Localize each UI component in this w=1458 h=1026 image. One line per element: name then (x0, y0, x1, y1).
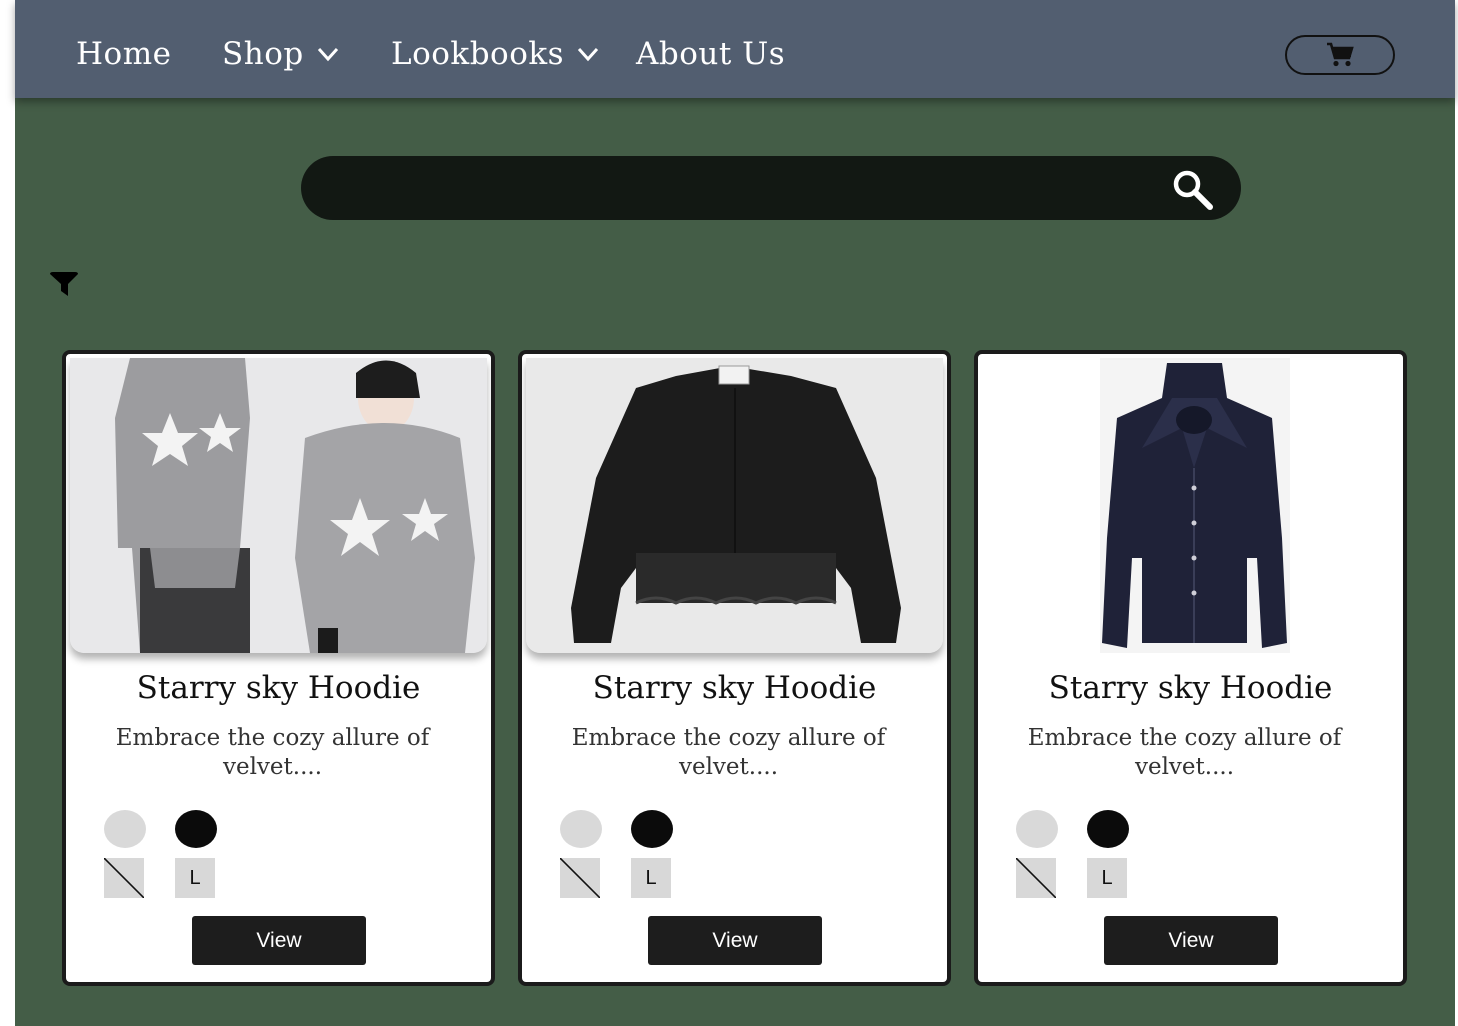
cart-button[interactable] (1285, 35, 1395, 75)
product-title: Starry sky Hoodie (1048, 670, 1333, 706)
nav-home[interactable]: Home (76, 36, 171, 72)
size-label: L (1101, 866, 1113, 889)
product-description: Embrace the cozy allure of velvet.... (571, 725, 886, 780)
size-option-l[interactable]: L (631, 858, 671, 898)
top-navbar: Home Shop Lookbooks About Us (15, 0, 1455, 98)
size-option-unavailable[interactable] (1016, 858, 1056, 898)
product-card: Starry sky Hoodie Embrace the cozy allur… (974, 350, 1407, 986)
nav-about-label: About Us (636, 36, 786, 72)
unavailable-slash-icon (560, 858, 600, 898)
view-button-label: View (712, 928, 758, 952)
product-title: Starry sky Hoodie (592, 670, 877, 706)
product-image[interactable] (526, 358, 943, 653)
chevron-down-icon (577, 47, 599, 62)
color-swatch-black[interactable] (175, 810, 217, 848)
navy-blouse-photo (982, 358, 1399, 653)
color-swatch-light-gray[interactable] (560, 810, 602, 848)
product-description: Embrace the cozy allure of velvet.... (1027, 725, 1342, 780)
size-option-unavailable[interactable] (104, 858, 144, 898)
product-image[interactable] (982, 358, 1399, 653)
color-swatch-light-gray[interactable] (104, 810, 146, 848)
nav-lookbooks[interactable]: Lookbooks (391, 36, 600, 72)
product-image[interactable] (70, 358, 487, 653)
nav-lookbooks-label: Lookbooks (391, 36, 565, 72)
product-card: Starry sky Hoodie Embrace the cozy allur… (518, 350, 951, 986)
unavailable-slash-icon (1016, 858, 1056, 898)
view-button[interactable]: View (192, 916, 366, 965)
chevron-down-icon (317, 47, 338, 62)
color-swatch-black[interactable] (631, 810, 673, 848)
search-input[interactable] (331, 168, 1155, 210)
view-button[interactable]: View (1104, 916, 1278, 965)
product-title: Starry sky Hoodie (136, 670, 421, 706)
page: Home Shop Lookbooks About Us Starry sky … (15, 0, 1455, 1026)
view-button-label: View (256, 928, 302, 952)
size-option-l[interactable]: L (1087, 858, 1127, 898)
filter-icon[interactable] (49, 272, 79, 298)
nav-shop[interactable]: Shop (222, 36, 340, 72)
cart-icon (1327, 42, 1354, 67)
view-button[interactable]: View (648, 916, 822, 965)
product-description: Embrace the cozy allure of velvet.... (115, 725, 430, 780)
nav-home-label: Home (76, 36, 172, 72)
black-blouse-photo (526, 358, 943, 653)
product-card: Starry sky Hoodie Embrace the cozy allur… (62, 350, 495, 986)
nav-about-us[interactable]: About Us (636, 36, 785, 72)
view-button-label: View (1168, 928, 1214, 952)
unavailable-slash-icon (104, 858, 144, 898)
size-label: L (189, 866, 201, 889)
hoodie-photo (70, 358, 487, 653)
search-bar (301, 156, 1241, 220)
size-option-unavailable[interactable] (560, 858, 600, 898)
size-label: L (645, 866, 657, 889)
color-swatch-black[interactable] (1087, 810, 1129, 848)
nav-shop-label: Shop (222, 36, 304, 72)
size-option-l[interactable]: L (175, 858, 215, 898)
color-swatch-light-gray[interactable] (1016, 810, 1058, 848)
search-icon[interactable] (1171, 168, 1215, 212)
